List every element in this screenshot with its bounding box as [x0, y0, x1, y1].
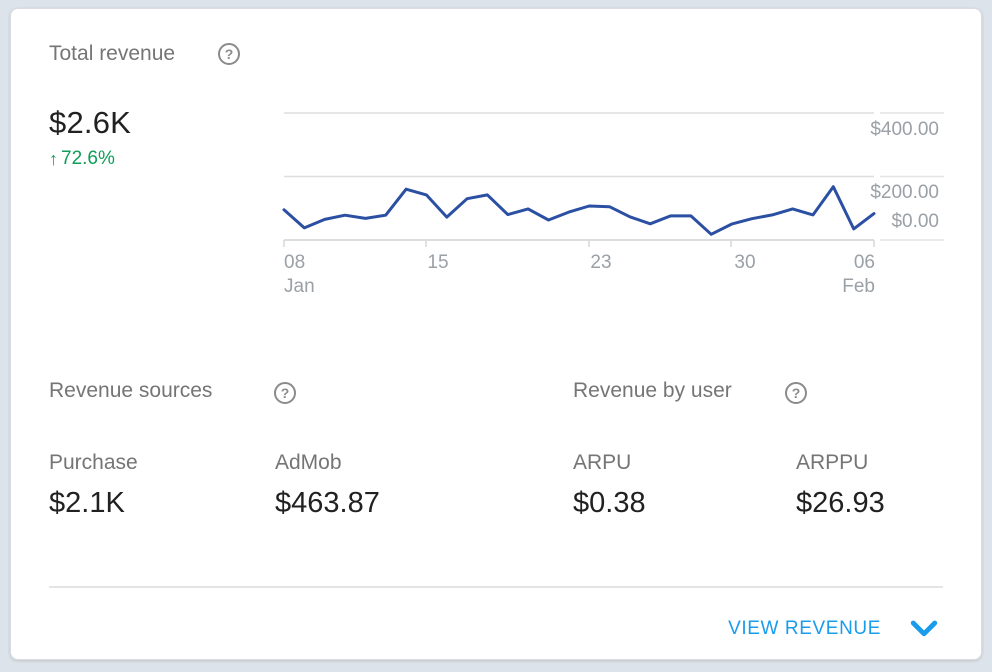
help-icon-total-revenue[interactable]: ? [218, 43, 240, 65]
total-revenue-delta: ↑ 72.6% [49, 148, 115, 170]
revenue-by-user-heading: Revenue by user [573, 379, 732, 403]
metric-value: $463.87 [275, 486, 380, 520]
metric-label: ARPU [573, 451, 646, 475]
card-title: Total revenue [49, 42, 175, 66]
x-axis-day: 23 [571, 251, 631, 275]
total-revenue-card: Total revenue ? $2.6K ↑ 72.6% $400.00 $2… [10, 8, 982, 660]
help-glyph: ? [225, 46, 234, 62]
delta-value: 72.6% [61, 148, 115, 170]
x-axis-day: 06 [842, 251, 875, 275]
x-axis-day: 08 [284, 251, 315, 275]
metric-purchase: Purchase $2.1K [49, 451, 138, 520]
x-axis-label-jan08: 08 Jan [284, 251, 315, 299]
card-footer: VIEW REVENUE [11, 588, 939, 669]
x-axis-month: Jan [284, 275, 315, 299]
help-icon-revenue-by-user[interactable]: ? [785, 382, 807, 404]
metric-value: $0.38 [573, 486, 646, 520]
metric-value: $2.1K [49, 486, 138, 520]
help-glyph: ? [792, 385, 801, 401]
metric-admob: AdMob $463.87 [275, 451, 380, 520]
y-axis-label-0: $0.00 [819, 211, 939, 233]
help-icon-revenue-sources[interactable]: ? [274, 382, 296, 404]
metric-value: $26.93 [796, 486, 885, 520]
view-revenue-label: VIEW REVENUE [728, 618, 881, 640]
metric-label: ARPPU [796, 451, 885, 475]
x-axis-label-jan23: 23 [571, 251, 631, 275]
revenue-line-series [284, 187, 874, 235]
y-axis-label-200: $200.00 [819, 182, 939, 204]
x-axis-label-jan30: 30 [715, 251, 775, 275]
help-glyph: ? [281, 385, 290, 401]
view-revenue-button[interactable]: VIEW REVENUE [728, 614, 939, 644]
x-axis-day: 30 [715, 251, 775, 275]
x-axis-day: 15 [408, 251, 468, 275]
metric-label: Purchase [49, 451, 138, 475]
x-axis-label-feb06: 06 Feb [842, 251, 875, 299]
revenue-sources-heading: Revenue sources [49, 379, 212, 403]
metric-arppu: ARPPU $26.93 [796, 451, 885, 520]
chevron-down-icon [909, 620, 939, 638]
x-axis-month: Feb [842, 275, 875, 299]
y-axis-label-400: $400.00 [819, 119, 939, 141]
total-revenue-value: $2.6K [49, 104, 131, 142]
arrow-up-icon: ↑ [49, 148, 58, 170]
metric-arpu: ARPU $0.38 [573, 451, 646, 520]
metric-label: AdMob [275, 451, 380, 475]
x-axis-label-jan15: 15 [408, 251, 468, 275]
